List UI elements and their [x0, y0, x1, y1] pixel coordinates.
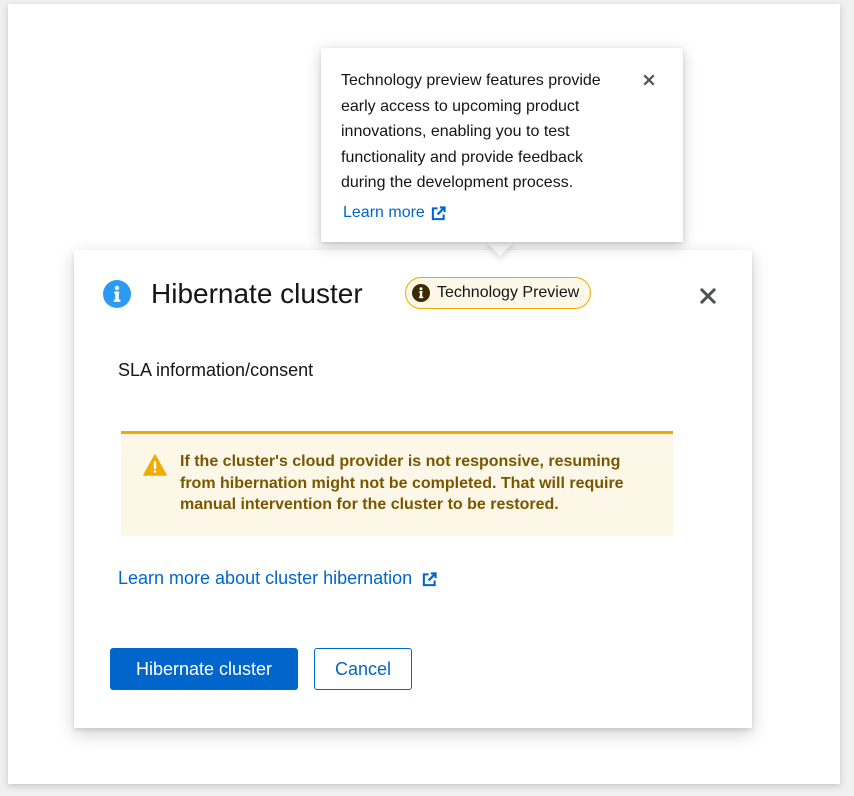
- close-icon[interactable]: [698, 286, 718, 306]
- popover-body-text: Technology preview features provide earl…: [341, 72, 601, 191]
- modal-title: Hibernate cluster: [151, 278, 363, 309]
- warning-triangle-icon: [143, 454, 167, 476]
- learn-more-hibernation-label: Learn more about cluster hibernation: [118, 568, 413, 588]
- external-link-icon: [431, 205, 446, 221]
- cancel-button[interactable]: Cancel: [314, 648, 412, 690]
- hibernate-cluster-modal: Hibernate cluster Technology Preview SLA…: [74, 250, 752, 728]
- warning-alert-text: If the cluster's cloud provider is not r…: [180, 453, 624, 513]
- learn-more-hibernation-link[interactable]: Learn more about cluster hibernation: [118, 568, 437, 589]
- technology-preview-badge[interactable]: Technology Preview: [405, 277, 592, 309]
- info-circle-icon: [103, 280, 131, 308]
- sla-description: SLA information/consent: [118, 360, 314, 380]
- hibernate-cluster-button[interactable]: Hibernate cluster: [110, 648, 298, 690]
- info-circle-icon: [411, 283, 431, 303]
- popover-learn-more-link[interactable]: Learn more: [343, 204, 446, 222]
- close-icon[interactable]: [639, 70, 659, 90]
- warning-alert: If the cluster's cloud provider is not r…: [121, 431, 673, 536]
- technology-preview-popover: Technology preview features provide earl…: [321, 48, 683, 242]
- external-link-icon: [422, 571, 437, 587]
- technology-preview-label: Technology Preview: [437, 284, 580, 301]
- popover-learn-more-label: Learn more: [343, 204, 425, 221]
